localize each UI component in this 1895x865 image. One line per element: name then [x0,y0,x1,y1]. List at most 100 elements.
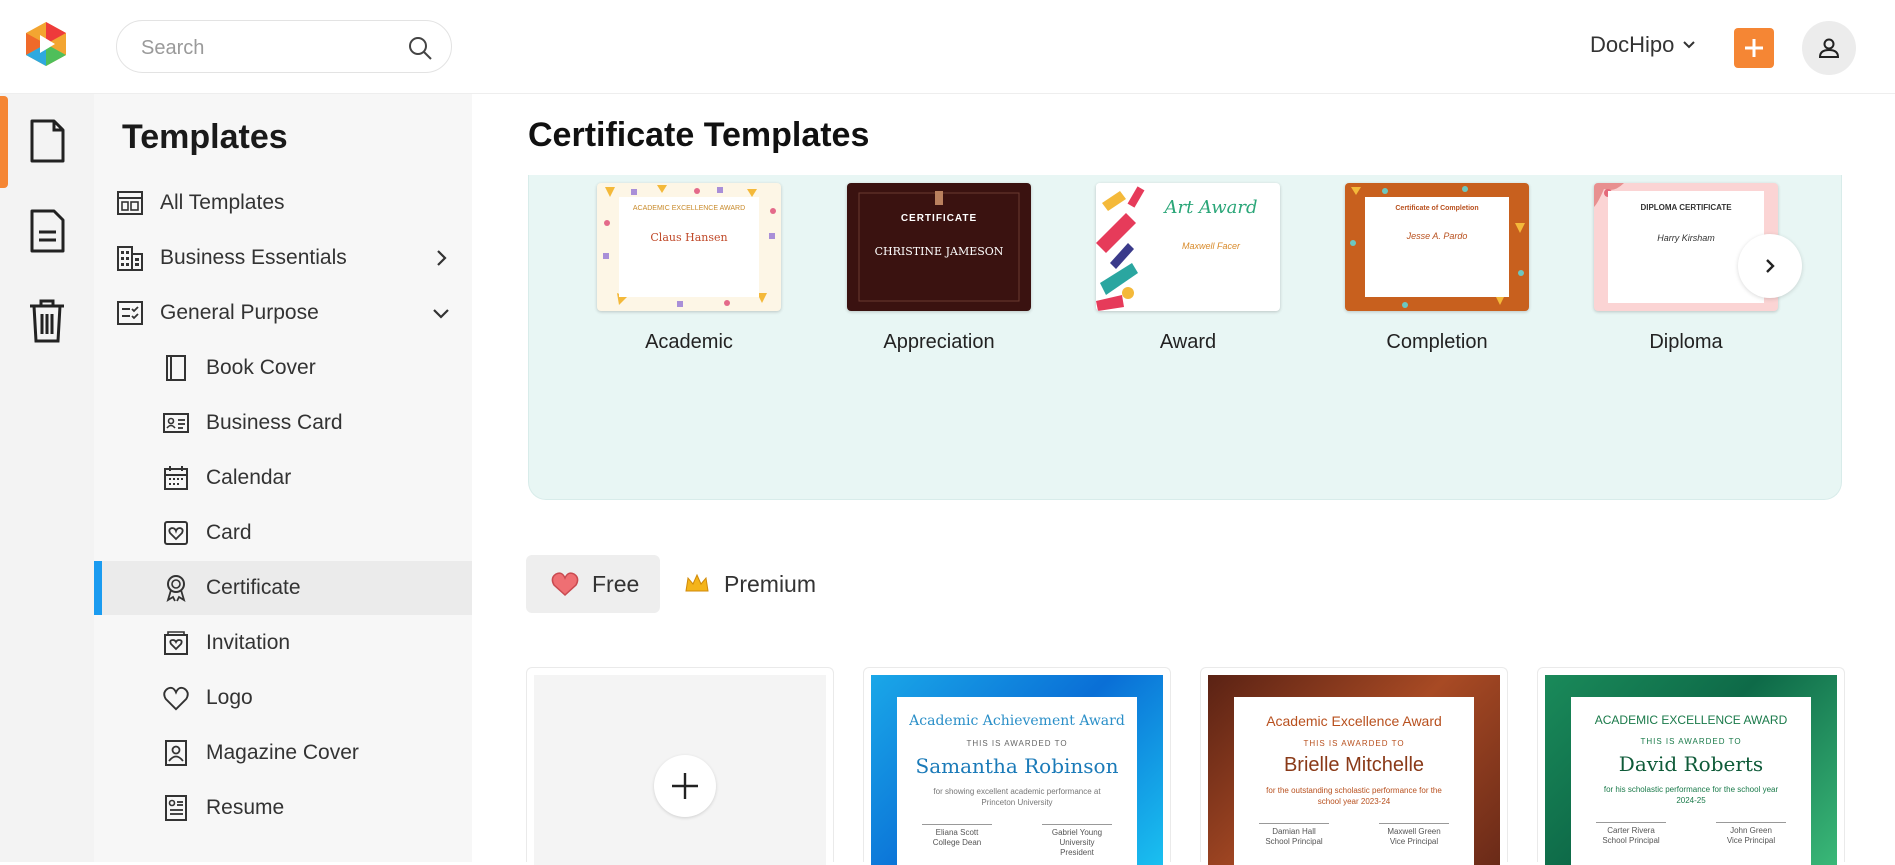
sidebar-item-calendar[interactable]: Calendar [94,451,472,505]
sidebar-item-card[interactable]: Card [94,506,472,560]
sidebar-item-label: Business Essentials [160,246,347,269]
category-award[interactable]: Art Award Maxwell Facer Award [1096,183,1280,354]
rail-active-indicator [0,96,8,188]
sidebar-item-business-card[interactable]: Business Card [94,396,472,450]
building-icon [116,244,144,272]
blank-card-area [534,675,826,865]
template-preview: Academic Achievement Award THIS IS AWARD… [871,675,1163,865]
filter-free-label: Free [592,570,640,597]
sidebar-item-book-cover[interactable]: Book Cover [94,341,472,395]
sidebar-item-label: General Purpose [160,301,319,324]
certificate-paper: Academic Excellence Award THIS IS AWARDE… [1234,697,1474,865]
category-carousel: ACADEMIC EXCELLENCE AWARD Claus Hansen A… [528,175,1842,500]
magazine-icon [162,739,190,767]
thumbnail-name: Harry Kirsham [1657,233,1715,243]
search-icon[interactable] [407,35,433,61]
sidebar-item-label: Invitation [206,631,291,654]
signature-name: Maxwell Green [1387,827,1441,836]
create-button[interactable] [1734,28,1774,68]
template-card[interactable]: Academic Achievement Award THIS IS AWARD… [863,667,1171,865]
signature-2: John Green Vice Principal [1716,822,1786,846]
category-appreciation[interactable]: CERTIFICATE CHRISTINE JAMESON Appreciati… [847,183,1031,354]
sidebar-item-invitation[interactable]: Invitation [94,616,472,670]
sidebar-item-resume[interactable]: Resume [94,781,472,835]
category-label: Appreciation [883,331,995,353]
thumbnail-title: CERTIFICATE [900,213,978,224]
checklist-icon [116,299,144,327]
sidebar-item-label: Resume [206,796,285,819]
category-thumbnail: ACADEMIC EXCELLENCE AWARD Claus Hansen [597,183,781,311]
sidebar-item-certificate[interactable]: Certificate [94,561,472,615]
sidebar-item-label: Book Cover [206,356,316,379]
template-card[interactable]: Academic Excellence Award THIS IS AWARDE… [1200,667,1508,865]
signature-role: Vice Principal [1726,836,1776,845]
certificate-description: for showing excellent academic performan… [933,787,1101,807]
sidebar-item-general-purpose[interactable]: General Purpose [94,286,472,340]
sidebar-item-business-essentials[interactable]: Business Essentials [94,231,472,285]
category-academic[interactable]: ACADEMIC EXCELLENCE AWARD Claus Hansen A… [597,183,781,354]
plus-icon [672,773,698,799]
signature-name: John Green [1730,826,1772,835]
filter-premium-tab[interactable]: Premium [684,555,816,613]
template-preview: ACADEMIC EXCELLENCE AWARD THIS IS AWARDE… [1545,675,1837,865]
chevron-right-icon [437,250,447,266]
template-card[interactable]: ACADEMIC EXCELLENCE AWARD THIS IS AWARDE… [1537,667,1845,865]
certificate-paper: ACADEMIC EXCELLENCE AWARD THIS IS AWARDE… [1571,697,1811,865]
crown-icon [685,573,709,592]
certificate-signatures: Eliana Scott College Dean Gabriel Young Un… [897,824,1137,858]
category-completion[interactable]: Certificate of Completion Jesse A. Pardo… [1345,183,1529,354]
search-placeholder: Search [141,37,205,59]
thumbnail-name: CHRISTINE JAMESON [874,245,1004,258]
thumbnail-title: Art Award [1164,197,1258,218]
sidebar-item-logo[interactable]: Logo [94,671,472,725]
thumbnail-name: Maxwell Facer [1181,241,1240,251]
heart-icon [551,572,579,597]
search-input[interactable]: Search [116,20,452,73]
sidebar-item-all-templates[interactable]: All Templates [94,176,472,230]
certificate-description: for the outstanding scholastic performan… [1266,786,1442,806]
sidebar-item-label: Certificate [206,576,301,599]
heart-icon [162,684,190,712]
signature-2: Maxwell Green Vice Principal [1379,823,1449,847]
category-thumbnail: CERTIFICATE CHRISTINE JAMESON [847,183,1031,311]
book-icon [162,354,190,382]
workspace-dropdown[interactable]: DocHipo [1590,32,1696,58]
sidebar-item-label: All Templates [160,191,285,214]
add-button[interactable] [654,755,716,817]
top-bar: Search DocHipo [0,0,1895,94]
sidebar-item-label: Card [206,521,252,544]
chevron-down-icon [433,309,449,319]
certificate-paper: Academic Achievement Award THIS IS AWARD… [897,697,1137,865]
thumbnail-title: Certificate of Completion [1395,205,1479,212]
certificate-signatures: Carter Rivera School Principal John Green… [1571,822,1811,846]
my-designs-icon[interactable] [28,208,66,254]
templates-sidebar: Templates All Templates Business Essenti… [94,94,472,862]
signature-name: Gabriel Young [1051,828,1103,837]
trash-icon[interactable] [28,298,66,344]
signature-2: Gabriel Young University President [1042,824,1112,858]
chevron-right-icon [1766,259,1775,273]
sidebar-item-magazine-cover[interactable]: Magazine Cover [94,726,472,780]
certificate-title: ACADEMIC EXCELLENCE AWARD [1594,713,1788,727]
thumbnail-title: ACADEMIC EXCELLENCE AWARD [632,205,746,212]
signature-role: School Principal [1265,837,1323,846]
certificate-signatures: Damian Hall School Principal Maxwell Gree… [1234,823,1474,847]
category-label: Completion [1386,331,1488,353]
carousel-next-button[interactable] [1738,234,1802,298]
create-blank-card[interactable] [526,667,834,865]
envelope-heart-icon [162,629,190,657]
dochipo-logo-icon[interactable] [22,20,70,68]
layout-icon [116,189,144,217]
filter-free-tab[interactable]: Free [526,555,660,613]
filter-premium-label: Premium [724,570,817,597]
document-icon[interactable] [28,118,66,164]
sidebar-item-label: Logo [206,686,253,709]
certificate-subtitle: THIS IS AWARDED TO [966,739,1068,748]
template-preview: Academic Excellence Award THIS IS AWARDE… [1208,675,1500,865]
category-thumbnail: Certificate of Completion Jesse A. Pardo [1345,183,1529,311]
certificate-subtitle: THIS IS AWARDED TO [1640,737,1742,746]
category-label: Award [1159,331,1217,353]
signature-1: Carter Rivera School Principal [1596,822,1666,846]
sidebar-item-label: Calendar [206,466,292,489]
account-avatar-button[interactable] [1802,21,1856,75]
